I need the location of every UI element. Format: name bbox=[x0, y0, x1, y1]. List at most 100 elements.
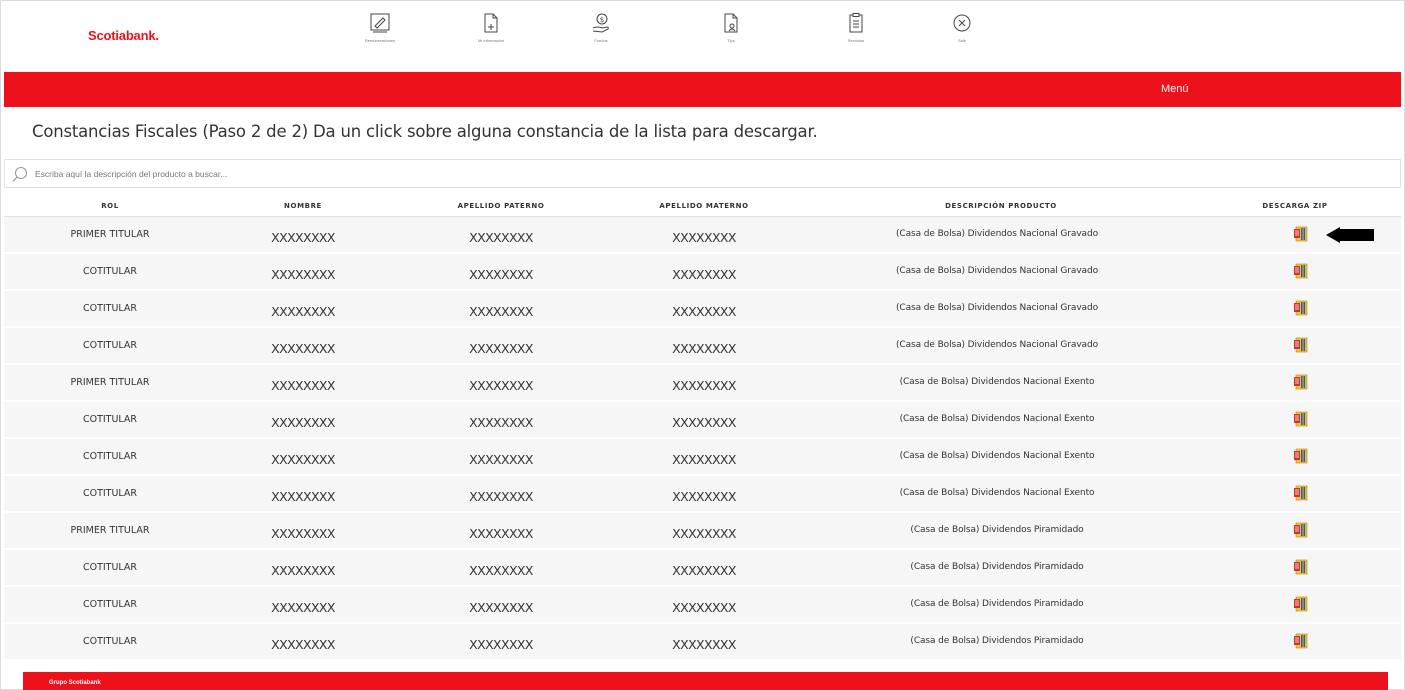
table-row[interactable]: COTITULAR XXXXXXXX XXXXXXXX XXXXXXXX (Casa d… bbox=[4, 439, 1401, 476]
cell-apellido-materno: XXXXXXXX bbox=[672, 341, 736, 356]
table-row[interactable]: COTITULAR XXXXXXXX XXXXXXXX XXXXXXXX (Casa d… bbox=[4, 328, 1401, 365]
table-row[interactable]: PRIMER TITULAR XXXXXXXX XXXXXXXX XXXXXXXX (C… bbox=[4, 513, 1401, 550]
cell-descripcion-producto: (Casa de Bolsa) Dividendos Nacional Grav… bbox=[896, 229, 1098, 239]
cell-nombre: XXXXXXXX bbox=[271, 415, 335, 430]
cell-rol: COTITULAR bbox=[82, 451, 138, 462]
nav-label: Servicios bbox=[847, 38, 865, 43]
zip-file-icon[interactable] bbox=[1293, 299, 1309, 322]
search-input[interactable] bbox=[35, 164, 835, 184]
table-row[interactable]: COTITULAR XXXXXXXX XXXXXXXX XXXXXXXX (Casa d… bbox=[4, 550, 1401, 587]
cell-nombre: XXXXXXXX bbox=[271, 341, 335, 356]
scotiabank-logo[interactable]: Scotiabank. bbox=[88, 28, 159, 43]
cell-rol: COTITULAR bbox=[82, 414, 138, 425]
cell-nombre: XXXXXXXX bbox=[271, 637, 335, 652]
nav-remuneraciones[interactable]: Remuneraciones bbox=[358, 12, 402, 52]
table-row[interactable]: COTITULAR XXXXXXXX XXXXXXXX XXXXXXXX (Casa d… bbox=[4, 291, 1401, 328]
cell-descripcion-producto: (Casa de Bolsa) Dividendos Nacional Exen… bbox=[899, 451, 1095, 461]
pointer-arrow-icon bbox=[1326, 227, 1376, 248]
search-bar bbox=[4, 159, 1401, 188]
cell-rol: COTITULAR bbox=[82, 340, 138, 351]
cell-nombre: XXXXXXXX bbox=[271, 563, 335, 578]
cell-apellido-paterno: XXXXXXXX bbox=[469, 415, 533, 430]
cell-descripcion-producto: (Casa de Bolsa) Dividendos Piramidado bbox=[910, 525, 1084, 535]
zip-file-icon[interactable] bbox=[1293, 632, 1309, 655]
nav-fondos[interactable]: $ Fondos bbox=[579, 12, 623, 52]
cell-apellido-paterno: XXXXXXXX bbox=[469, 563, 533, 578]
cell-nombre: XXXXXXXX bbox=[271, 378, 335, 393]
cell-apellido-paterno: XXXXXXXX bbox=[469, 341, 533, 356]
nav-servicios[interactable]: Servicios bbox=[834, 12, 878, 52]
zip-file-icon[interactable] bbox=[1293, 262, 1309, 285]
zip-file-icon[interactable] bbox=[1293, 521, 1309, 544]
cell-apellido-paterno: XXXXXXXX bbox=[469, 600, 533, 615]
column-header-descarga-zip[interactable]: DESCARGA ZIP bbox=[1262, 202, 1327, 210]
cell-descripcion-producto: (Casa de Bolsa) Dividendos Piramidado bbox=[910, 599, 1084, 609]
table-row[interactable]: COTITULAR XXXXXXXX XXXXXXXX XXXXXXXX (Casa d… bbox=[4, 402, 1401, 439]
cell-apellido-materno: XXXXXXXX bbox=[672, 563, 736, 578]
cell-descripcion-producto: (Casa de Bolsa) Dividendos Piramidado bbox=[910, 636, 1084, 646]
cell-descripcion-producto: (Casa de Bolsa) Dividendos Nacional Grav… bbox=[896, 303, 1098, 313]
zip-file-icon[interactable] bbox=[1293, 447, 1309, 470]
footer-label: Grupo Scotiabank bbox=[49, 680, 101, 686]
nav-label: Tips bbox=[727, 38, 735, 43]
zip-file-icon[interactable] bbox=[1293, 225, 1309, 248]
column-header-rol[interactable]: ROL bbox=[101, 202, 119, 210]
table-row[interactable]: COTITULAR XXXXXXXX XXXXXXXX XXXXXXXX (Casa d… bbox=[4, 624, 1401, 661]
menu-link[interactable]: Menú bbox=[1161, 83, 1189, 95]
cell-rol: PRIMER TITULAR bbox=[70, 377, 150, 388]
constancias-table: ROL NOMBRE APELLIDO PATERNO APELLIDO MAT… bbox=[4, 196, 1401, 661]
cell-nombre: XXXXXXXX bbox=[271, 526, 335, 541]
zip-file-icon[interactable] bbox=[1293, 336, 1309, 359]
cell-descripcion-producto: (Casa de Bolsa) Dividendos Piramidado bbox=[910, 562, 1084, 572]
table-row[interactable]: PRIMER TITULAR XXXXXXXX XXXXXXXX XXXXXXXX (C… bbox=[4, 217, 1401, 254]
cell-apellido-paterno: XXXXXXXX bbox=[469, 637, 533, 652]
nav-mi-informacion[interactable]: Mi Información bbox=[469, 12, 513, 52]
zip-file-icon[interactable] bbox=[1293, 373, 1309, 396]
signature-icon bbox=[358, 12, 402, 36]
cell-nombre: XXXXXXXX bbox=[271, 600, 335, 615]
cell-apellido-paterno: XXXXXXXX bbox=[469, 304, 533, 319]
cell-descripcion-producto: (Casa de Bolsa) Dividendos Nacional Exen… bbox=[899, 377, 1095, 387]
column-header-apellido-paterno[interactable]: APELLIDO PATERNO bbox=[458, 202, 545, 210]
cell-apellido-paterno: XXXXXXXX bbox=[469, 230, 533, 245]
column-header-descripcion-producto[interactable]: DESCRIPCIÓN PRODUCTO bbox=[945, 202, 1057, 210]
cell-apellido-paterno: XXXXXXXX bbox=[469, 378, 533, 393]
table-body: PRIMER TITULAR XXXXXXXX XXXXXXXX XXXXXXXX (C… bbox=[4, 217, 1401, 661]
cell-apellido-materno: XXXXXXXX bbox=[672, 526, 736, 541]
cell-apellido-paterno: XXXXXXXX bbox=[469, 267, 533, 282]
table-row[interactable]: PRIMER TITULAR XXXXXXXX XXXXXXXX XXXXXXXX (C… bbox=[4, 365, 1401, 402]
cell-apellido-materno: XXXXXXXX bbox=[672, 637, 736, 652]
cell-rol: COTITULAR bbox=[82, 303, 138, 314]
nav-label: Salir bbox=[957, 38, 966, 43]
document-person-icon bbox=[709, 12, 753, 36]
zip-file-icon[interactable] bbox=[1293, 410, 1309, 433]
zip-file-icon[interactable] bbox=[1293, 595, 1309, 618]
cell-descripcion-producto: (Casa de Bolsa) Dividendos Nacional Grav… bbox=[896, 340, 1098, 350]
cell-rol: COTITULAR bbox=[82, 562, 138, 573]
cell-apellido-materno: XXXXXXXX bbox=[672, 267, 736, 282]
cell-rol: PRIMER TITULAR bbox=[70, 525, 150, 536]
zip-file-icon[interactable] bbox=[1293, 484, 1309, 507]
table-row[interactable]: COTITULAR XXXXXXXX XXXXXXXX XXXXXXXX (Casa d… bbox=[4, 254, 1401, 291]
cell-rol: COTITULAR bbox=[82, 266, 138, 277]
cell-nombre: XXXXXXXX bbox=[271, 452, 335, 467]
zip-file-icon[interactable] bbox=[1293, 558, 1309, 581]
search-icon bbox=[12, 166, 29, 188]
cell-apellido-paterno: XXXXXXXX bbox=[469, 452, 533, 467]
cell-apellido-materno: XXXXXXXX bbox=[672, 415, 736, 430]
column-header-nombre[interactable]: NOMBRE bbox=[284, 202, 322, 210]
table-row[interactable]: COTITULAR XXXXXXXX XXXXXXXX XXXXXXXX (Casa d… bbox=[4, 587, 1401, 624]
cell-apellido-materno: XXXXXXXX bbox=[672, 230, 736, 245]
svg-text:$: $ bbox=[600, 16, 604, 24]
nav-label: Fondos bbox=[594, 38, 608, 43]
cell-nombre: XXXXXXXX bbox=[271, 267, 335, 282]
cell-rol: PRIMER TITULAR bbox=[70, 229, 150, 240]
nav-tips[interactable]: Tips bbox=[709, 12, 753, 52]
cell-descripcion-producto: (Casa de Bolsa) Dividendos Nacional Exen… bbox=[899, 488, 1095, 498]
column-header-apellido-materno[interactable]: APELLIDO MATERNO bbox=[659, 202, 748, 210]
document-add-icon bbox=[469, 12, 513, 36]
table-row[interactable]: COTITULAR XXXXXXXX XXXXXXXX XXXXXXXX (Casa d… bbox=[4, 476, 1401, 513]
cell-nombre: XXXXXXXX bbox=[271, 230, 335, 245]
clipboard-icon bbox=[834, 12, 878, 36]
nav-salir[interactable]: Salir bbox=[940, 12, 984, 52]
